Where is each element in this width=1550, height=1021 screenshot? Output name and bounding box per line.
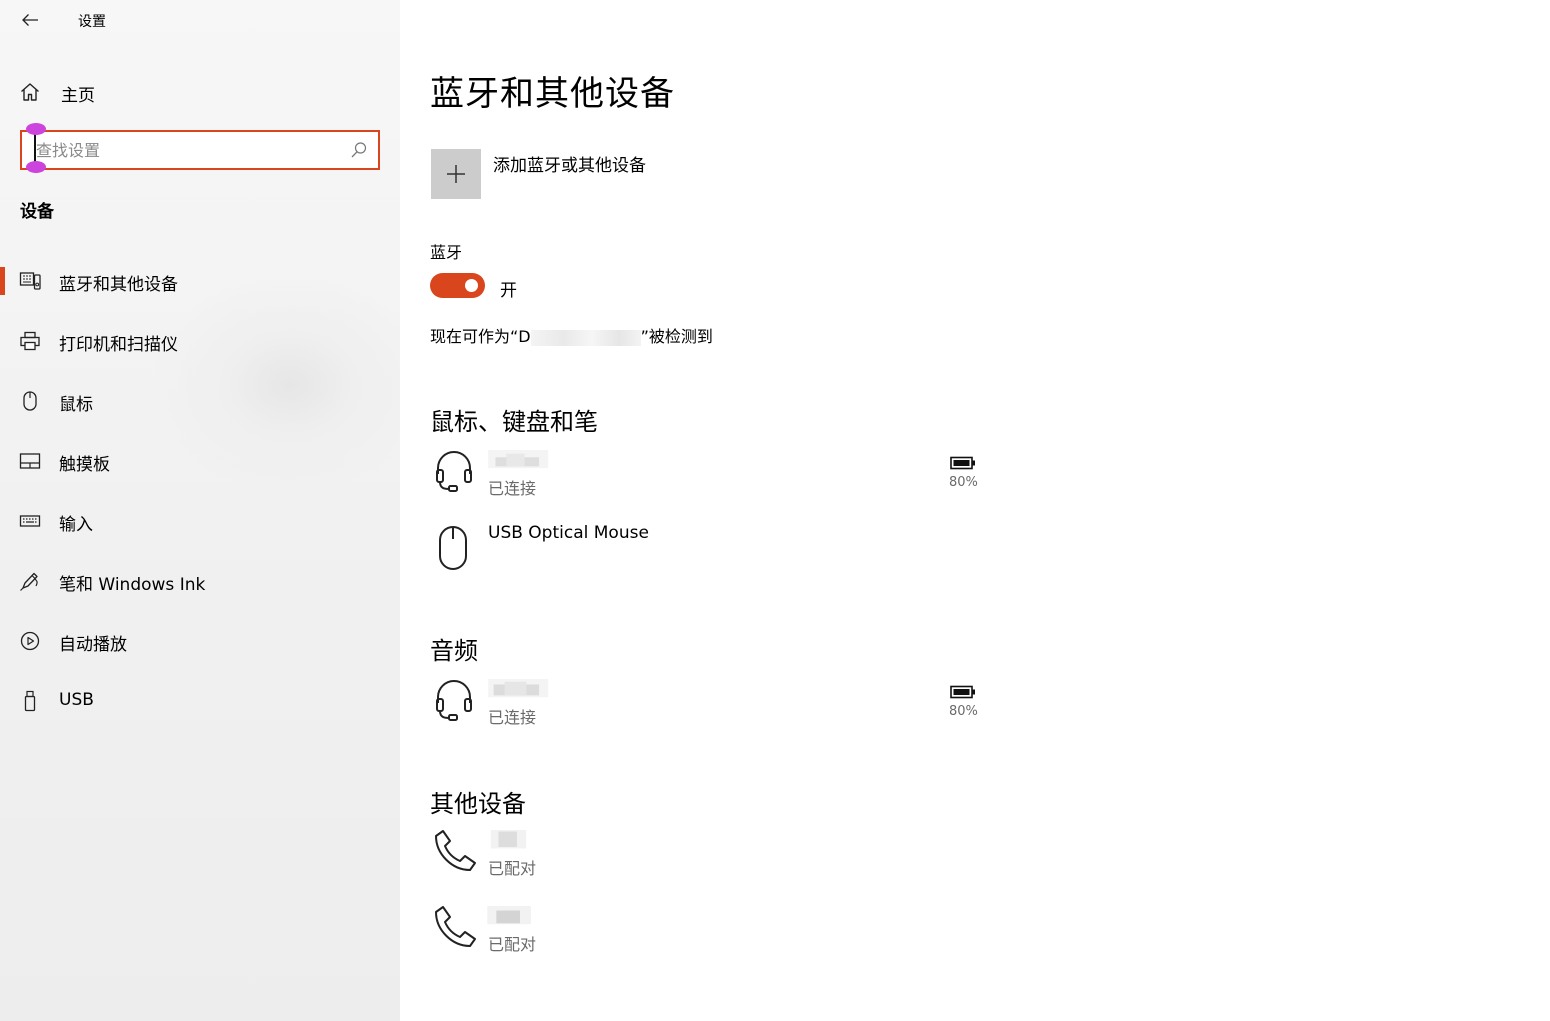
sidebar-item-touchpad[interactable]: 触摸板 — [0, 436, 400, 486]
headset-icon — [436, 680, 472, 721]
device-item[interactable]: 已连接 80% — [430, 448, 990, 508]
redacted-device-name — [488, 450, 549, 469]
group-title-input: 鼠标、键盘和笔 — [430, 408, 598, 436]
page-title: 蓝牙和其他设备 — [430, 74, 675, 114]
device-item[interactable]: 已连接 80% — [430, 677, 990, 737]
device-status: 已配对 — [488, 935, 537, 954]
arrow-left-icon — [22, 14, 38, 26]
device-status: 已配对 — [488, 859, 537, 878]
back-button[interactable] — [14, 6, 46, 34]
battery-percent: 80% — [949, 704, 978, 719]
redacted-device-name — [487, 906, 531, 925]
device-item[interactable]: 已配对 — [430, 904, 990, 964]
touchpad-icon — [19, 453, 41, 469]
sidebar-item-pen[interactable]: 笔和 Windows Ink — [0, 556, 400, 606]
plus-icon — [447, 165, 465, 183]
mouse-icon — [439, 526, 467, 570]
sidebar-item-label: 打印机和扫描仪 — [59, 335, 178, 355]
device-status: 已连接 — [488, 479, 537, 498]
bluetooth-toggle[interactable] — [430, 273, 485, 298]
bluetooth-devices-icon — [19, 272, 41, 290]
autoplay-icon — [20, 631, 40, 651]
battery-percent: 80% — [949, 475, 978, 490]
device-item[interactable]: 已配对 — [430, 828, 990, 888]
discoverable-prefix: 现在可作为“D — [430, 327, 531, 346]
sidebar: 设置 主页 设备 蓝牙和其他设备 打印机和扫 — [0, 0, 400, 1021]
device-item[interactable]: USB Optical Mouse — [430, 523, 990, 583]
app-title: 设置 — [78, 14, 106, 30]
phone-icon — [435, 906, 476, 947]
redacted-device-name — [530, 329, 641, 346]
usb-icon — [24, 690, 36, 712]
discoverable-suffix: ”被检测到 — [640, 327, 713, 346]
keyboard-icon — [19, 515, 41, 527]
battery-icon — [950, 685, 975, 699]
sidebar-item-label: 鼠标 — [59, 395, 93, 415]
sidebar-item-label: 笔和 Windows Ink — [59, 575, 206, 595]
sidebar-item-mouse[interactable]: 鼠标 — [0, 376, 400, 426]
search-box — [20, 130, 380, 170]
add-device-label[interactable]: 添加蓝牙或其他设备 — [493, 151, 646, 176]
section-title: 设备 — [20, 202, 54, 222]
sidebar-item-autoplay[interactable]: 自动播放 — [0, 616, 400, 666]
add-device-button[interactable] — [431, 149, 481, 199]
phone-icon — [435, 830, 476, 871]
sidebar-item-printers[interactable]: 打印机和扫描仪 — [0, 316, 400, 366]
sidebar-item-label: 自动播放 — [59, 635, 127, 655]
search-icon[interactable] — [350, 141, 368, 159]
bluetooth-label: 蓝牙 — [430, 243, 463, 262]
sidebar-item-bluetooth[interactable]: 蓝牙和其他设备 — [0, 256, 400, 306]
search-input[interactable] — [36, 133, 346, 167]
sidebar-item-typing[interactable]: 输入 — [0, 496, 400, 546]
sidebar-item-label: 输入 — [59, 515, 93, 535]
toggle-knob — [465, 279, 478, 292]
sidebar-item-home[interactable]: 主页 — [0, 72, 400, 112]
home-icon — [21, 83, 39, 101]
device-name: USB Optical Mouse — [488, 523, 649, 543]
group-title-other: 其他设备 — [430, 790, 526, 818]
pen-icon — [20, 572, 38, 591]
sidebar-item-usb[interactable]: USB — [0, 676, 400, 726]
device-status: 已连接 — [488, 708, 537, 727]
battery-icon — [950, 456, 975, 470]
title-bar: 设置 — [0, 0, 400, 40]
sidebar-item-label: 主页 — [61, 86, 95, 106]
main-content: 蓝牙和其他设备 添加蓝牙或其他设备 蓝牙 开 现在可作为“D ”被检测到 鼠标、键… — [400, 0, 1550, 1021]
group-title-audio: 音频 — [430, 637, 478, 665]
mouse-icon — [23, 391, 37, 411]
redacted-device-name — [490, 830, 527, 849]
sidebar-item-label: 蓝牙和其他设备 — [59, 275, 178, 295]
sidebar-item-label: 触摸板 — [59, 455, 110, 475]
redacted-device-name — [488, 679, 549, 698]
discoverable-text: 现在可作为“D ”被检测到 — [430, 323, 713, 347]
selected-indicator — [0, 267, 5, 295]
headset-icon — [436, 451, 472, 492]
selection-handle-bottom[interactable] — [26, 161, 46, 173]
bluetooth-state-label: 开 — [500, 281, 517, 301]
printer-icon — [20, 331, 40, 351]
selection-handle-top[interactable] — [26, 123, 46, 135]
sidebar-item-label: USB — [59, 690, 94, 710]
